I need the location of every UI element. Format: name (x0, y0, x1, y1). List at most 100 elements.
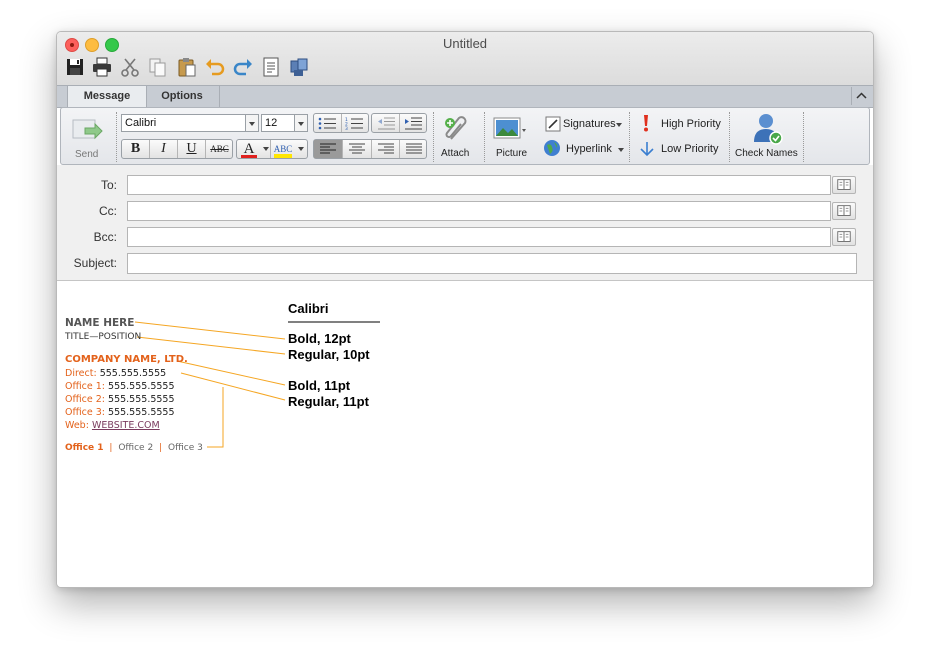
align-right-icon[interactable] (372, 140, 400, 163)
signature-offices-row: Office 1 | Office 2 | Office 3 (65, 443, 203, 453)
cc-field[interactable] (127, 201, 831, 221)
title-bar: Untitled (57, 32, 873, 85)
signature-name: NAME HERE (65, 317, 135, 329)
office2-label: Office 2: (65, 394, 105, 405)
check-names-icon[interactable] (753, 112, 783, 146)
address-book-icon[interactable] (832, 176, 856, 194)
chevron-down-icon[interactable] (294, 115, 307, 131)
increase-indent-icon[interactable] (403, 117, 423, 135)
list-buttons: 123 (313, 113, 369, 133)
signature-direct: Direct: 555.555.5555 (65, 368, 166, 379)
signature-office1: Office 1: 555.555.5555 (65, 381, 175, 392)
color-buttons: A ABC (236, 139, 308, 159)
chevron-down-icon[interactable] (618, 148, 624, 152)
align-left-icon[interactable] (314, 140, 342, 158)
office-link-2[interactable]: Office 2 (118, 443, 153, 453)
check-names-button[interactable]: Check Names (735, 148, 798, 159)
font-name-value: Calibri (125, 117, 157, 129)
globe-link-icon[interactable] (543, 139, 561, 157)
save-icon[interactable] (64, 56, 86, 78)
paste-icon[interactable] (176, 56, 198, 78)
hyperlink-button[interactable]: Hyperlink (566, 143, 612, 155)
low-priority-icon[interactable] (639, 141, 655, 157)
office1-value: 555.555.5555 (108, 381, 175, 392)
picture-button[interactable]: Picture (496, 148, 527, 159)
cc-label: Cc: (99, 204, 117, 218)
button-divider (399, 114, 400, 132)
signatures-button[interactable]: Signatures (563, 118, 616, 130)
chevron-down-icon[interactable] (298, 147, 304, 151)
alignment-buttons (313, 139, 427, 159)
message-body[interactable]: NAME HERE TITLE—POSITION COMPANY NAME, L… (57, 281, 873, 587)
high-priority-button[interactable]: High Priority (661, 118, 721, 130)
underline-icon[interactable]: U (178, 140, 205, 158)
cut-icon[interactable] (119, 56, 141, 78)
justify-icon[interactable] (400, 140, 428, 163)
bullets-icon[interactable] (318, 117, 338, 135)
send-icon[interactable] (71, 116, 103, 144)
annotation-leader-lines (134, 321, 380, 448)
collapse-ribbon-button[interactable] (851, 87, 871, 105)
subject-field[interactable] (127, 253, 857, 274)
undo-icon[interactable] (204, 56, 226, 78)
address-book-icon[interactable] (832, 202, 856, 220)
tab-message[interactable]: Message (67, 86, 147, 108)
low-priority-button[interactable]: Low Priority (661, 143, 718, 155)
italic-icon[interactable]: I (150, 140, 177, 158)
redo-icon[interactable] (232, 56, 254, 78)
text-style-buttons: B I U ABC (121, 139, 233, 159)
to-label: To: (100, 178, 117, 192)
high-priority-icon[interactable] (641, 114, 651, 132)
picture-icon[interactable] (493, 117, 527, 141)
direct-value: 555.555.5555 (99, 368, 167, 379)
format-painter-icon[interactable] (260, 56, 282, 78)
to-field[interactable] (127, 175, 831, 195)
chevron-down-icon[interactable] (245, 115, 258, 131)
office-separator: | (109, 443, 113, 453)
ribbon-separator (729, 112, 730, 162)
send-button[interactable]: Send (75, 149, 98, 160)
office3-value: 555.555.5555 (108, 407, 175, 418)
office3-label: Office 3: (65, 407, 105, 418)
subject-label: Subject: (73, 256, 117, 270)
chevron-down-icon[interactable] (263, 147, 269, 151)
bcc-label: Bcc: (93, 230, 117, 244)
font-size-value: 12 (265, 117, 278, 129)
font-name-select[interactable]: Calibri (121, 114, 259, 132)
annotation-contact-style: Regular, 11pt (288, 394, 369, 409)
web-label: Web: (65, 420, 89, 431)
signature-company: COMPANY NAME, LTD. (65, 354, 188, 365)
website-link[interactable]: WEBSITE.COM (92, 420, 160, 431)
office-link-3[interactable]: Office 3 (168, 443, 203, 453)
font-size-select[interactable]: 12 (261, 114, 308, 132)
direct-label: Direct: (65, 368, 97, 379)
numbering-icon[interactable]: 123 (345, 117, 365, 135)
office1-label: Office 1: (65, 381, 105, 392)
ribbon-separator (629, 112, 630, 162)
strikethrough-icon[interactable]: ABC (206, 140, 233, 158)
button-divider (270, 140, 271, 158)
signature-office2: Office 2: 555.555.5555 (65, 394, 175, 405)
ribbon-separator (433, 112, 434, 162)
bcc-field[interactable] (127, 227, 831, 247)
address-book-icon[interactable] (288, 56, 310, 78)
bold-icon[interactable]: B (122, 140, 149, 158)
office-separator: | (159, 443, 163, 453)
copy-icon[interactable] (147, 56, 169, 78)
signature-pen-icon[interactable] (545, 116, 561, 132)
office2-value: 555.555.5555 (108, 394, 175, 405)
align-center-icon[interactable] (343, 140, 371, 163)
ribbon-separator (484, 112, 485, 162)
compose-window: Untitled Message Options Send Calibri 12… (56, 31, 874, 588)
attach-button[interactable]: Attach (441, 148, 469, 159)
font-annotation-title: Calibri (288, 301, 329, 316)
decrease-indent-icon[interactable] (376, 117, 396, 135)
address-header: To: Cc: Bcc: Subject: (57, 165, 873, 281)
address-book-icon[interactable] (832, 228, 856, 246)
print-icon[interactable] (91, 56, 113, 78)
paperclip-icon[interactable] (441, 113, 473, 145)
tab-options[interactable]: Options (145, 86, 220, 107)
office-link-1[interactable]: Office 1 (65, 443, 104, 453)
svg-text:3: 3 (345, 126, 348, 130)
chevron-down-icon[interactable] (616, 123, 622, 127)
